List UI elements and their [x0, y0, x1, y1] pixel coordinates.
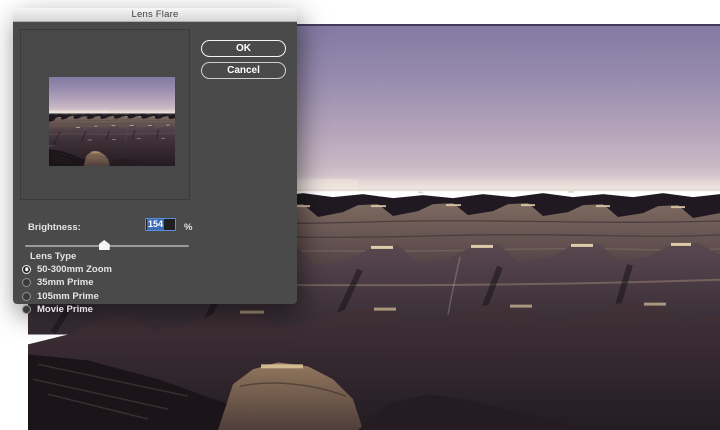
- radio-unselected-icon[interactable]: [22, 292, 31, 301]
- dialog-body: OK Cancel Brightness: 154 % Lens Type 50…: [13, 22, 297, 304]
- brightness-label: Brightness:: [28, 222, 81, 233]
- lens-type-label: Lens Type: [30, 251, 76, 262]
- flare-preview-thumbnail[interactable]: [49, 77, 175, 166]
- radio-option-movie-prime[interactable]: Movie Prime: [22, 305, 112, 315]
- lens-flare-dialog: Lens Flare OK Cancel Brightness: 154 % L…: [13, 8, 297, 304]
- radio-unselected-icon[interactable]: [22, 278, 31, 287]
- dialog-title: Lens Flare: [132, 9, 179, 20]
- radio-label: 35mm Prime: [37, 277, 94, 288]
- cancel-button[interactable]: Cancel: [201, 62, 286, 79]
- brightness-input[interactable]: 154: [145, 218, 176, 231]
- radio-option-105mm-prime[interactable]: 105mm Prime: [22, 291, 112, 301]
- radio-label: 50-300mm Zoom: [37, 264, 112, 275]
- radio-label: 105mm Prime: [37, 291, 99, 302]
- page: { "dialog": { "title": "Lens Flare", "ok…: [0, 0, 720, 430]
- percent-label: %: [184, 222, 192, 233]
- brightness-value: 154: [147, 219, 164, 230]
- ok-button[interactable]: OK: [201, 40, 286, 57]
- radio-selected-icon[interactable]: [22, 265, 31, 274]
- thumbnail-art: [49, 77, 175, 166]
- dialog-titlebar[interactable]: Lens Flare: [13, 8, 297, 22]
- radio-option-50-300mm-zoom[interactable]: 50-300mm Zoom: [22, 264, 112, 274]
- radio-option-35mm-prime[interactable]: 35mm Prime: [22, 278, 112, 288]
- radio-label: Movie Prime: [37, 304, 93, 315]
- brightness-slider[interactable]: [25, 239, 189, 251]
- radio-unselected-icon[interactable]: [22, 305, 31, 314]
- flare-preview-panel: [20, 29, 190, 200]
- brightness-slider-thumb[interactable]: [99, 240, 110, 250]
- lens-type-radio-group: 50-300mm Zoom 35mm Prime 105mm Prime Mov…: [22, 264, 112, 315]
